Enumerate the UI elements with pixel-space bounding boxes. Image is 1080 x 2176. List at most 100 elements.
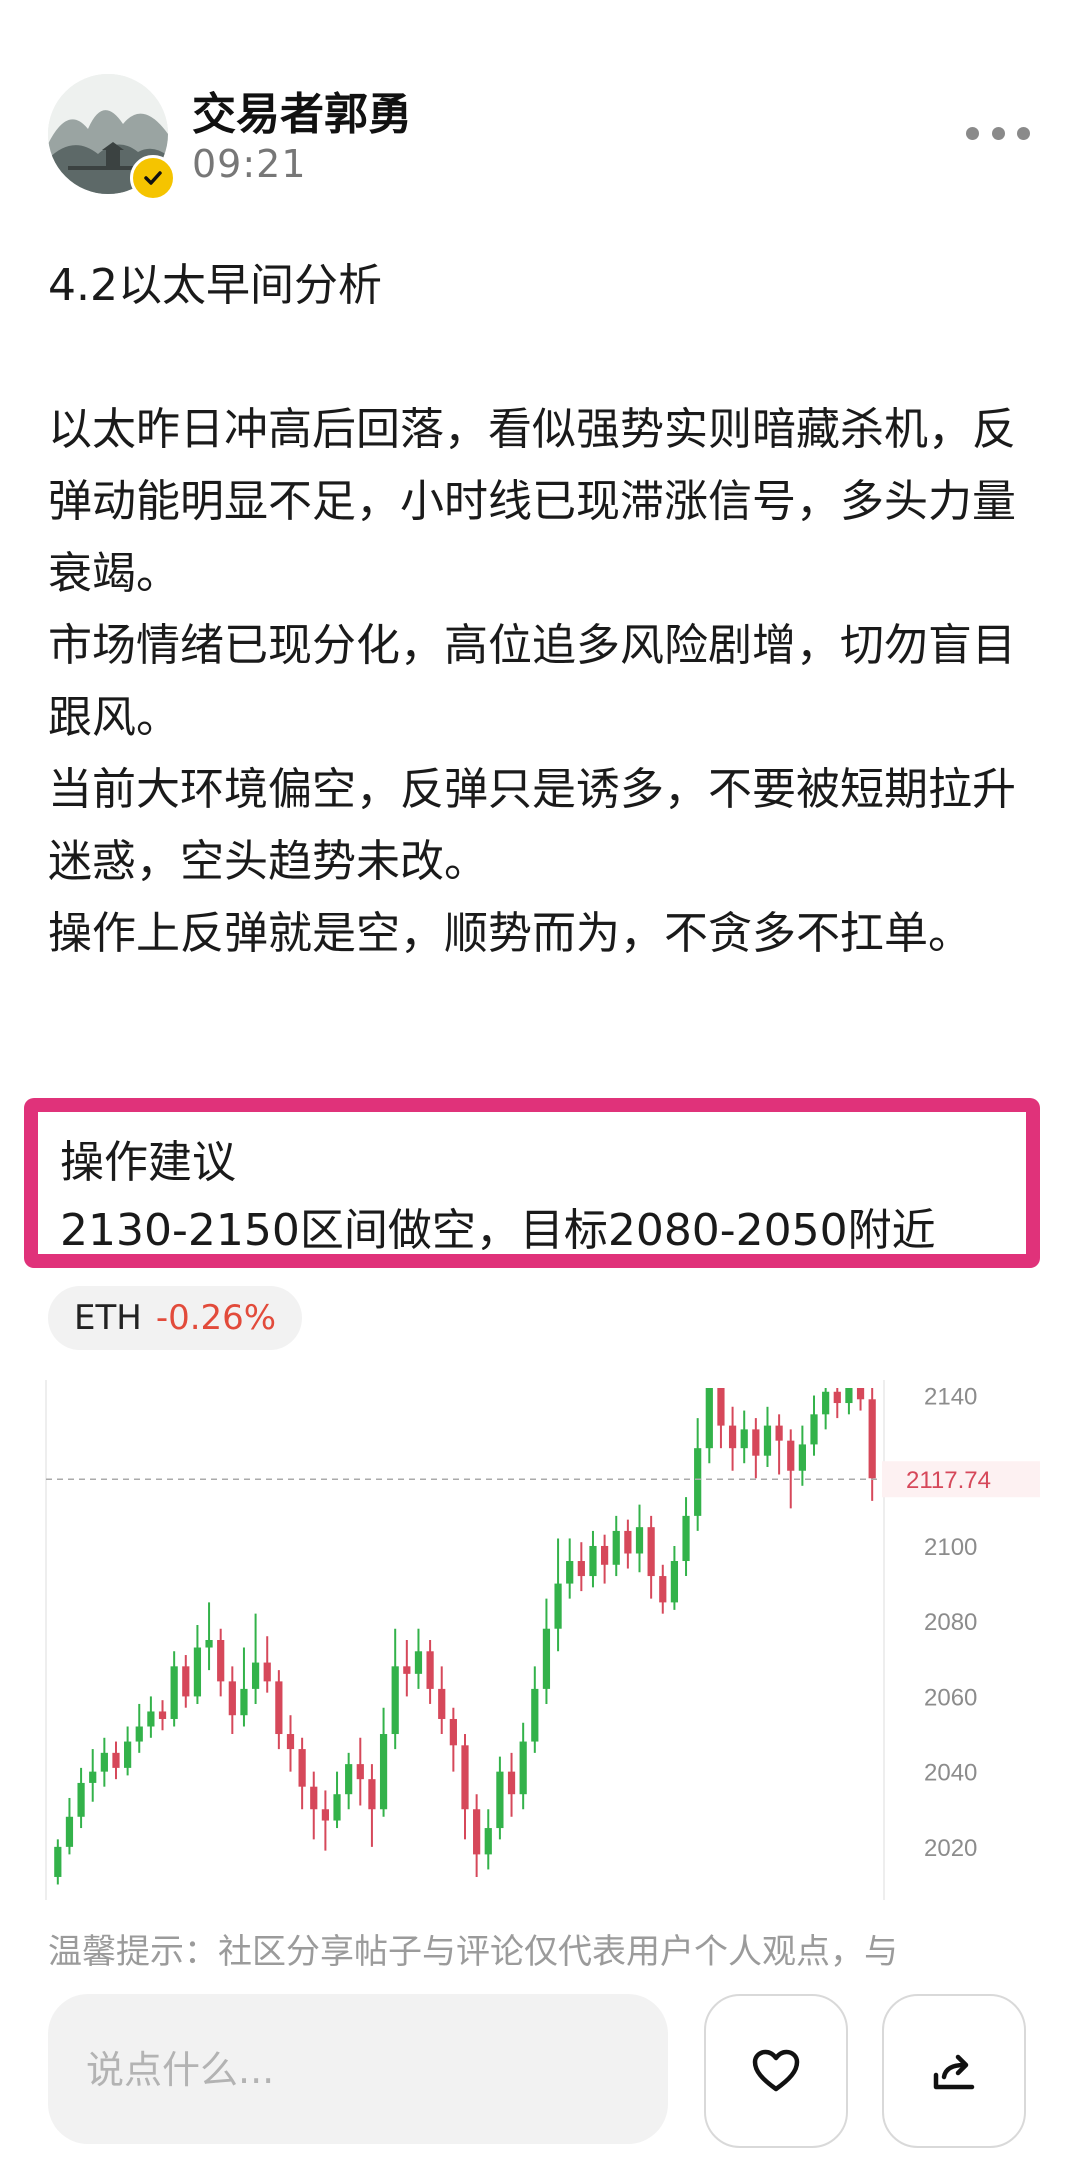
candle-body bbox=[438, 1688, 446, 1719]
candle-body bbox=[705, 1388, 713, 1449]
advice-detail: 2130-2150区间做空，目标2080-2050附近 bbox=[60, 1205, 936, 1256]
verified-check-icon bbox=[130, 155, 176, 201]
candle-body bbox=[473, 1809, 481, 1855]
candle-body bbox=[193, 1647, 202, 1697]
disclaimer-text: 温馨提示：社区分享帖子与评论仅代表用户个人观点，与 bbox=[48, 1932, 898, 1972]
more-dots-icon[interactable] bbox=[966, 118, 1030, 148]
candle-body bbox=[310, 1786, 318, 1810]
candle-body bbox=[728, 1425, 737, 1449]
candle-body bbox=[89, 1771, 97, 1783]
candle-body bbox=[356, 1764, 364, 1780]
candle-body bbox=[426, 1651, 434, 1689]
share-button[interactable] bbox=[882, 1994, 1026, 2148]
candle-body bbox=[682, 1515, 690, 1562]
y-axis-tick-label: 2080 bbox=[924, 1609, 977, 1636]
post-body: 4.2以太早间分析 以太昨日冲高后回落，看似强势实则暗藏杀机，反弹动能明显不足，… bbox=[48, 250, 1038, 970]
comment-input-box[interactable] bbox=[48, 1994, 668, 2146]
candle-body bbox=[717, 1388, 725, 1426]
candle-body bbox=[694, 1448, 702, 1516]
candle-body bbox=[635, 1527, 644, 1554]
candle-body bbox=[542, 1628, 551, 1689]
candle-body bbox=[740, 1429, 748, 1449]
candle-body bbox=[124, 1741, 132, 1768]
candle-body bbox=[612, 1530, 620, 1565]
candle-body bbox=[600, 1545, 609, 1565]
candle-body bbox=[345, 1764, 353, 1795]
candle-body bbox=[531, 1688, 539, 1742]
comment-input[interactable] bbox=[84, 1994, 628, 2146]
ticker-chip[interactable]: ETH -0.26% bbox=[48, 1286, 303, 1350]
candle-body bbox=[787, 1440, 795, 1471]
candle-body bbox=[868, 1399, 876, 1479]
candle-body bbox=[845, 1388, 853, 1404]
candle-body bbox=[205, 1640, 213, 1648]
candle-body bbox=[251, 1662, 260, 1689]
candle-body bbox=[379, 1734, 388, 1810]
candle-body bbox=[240, 1688, 248, 1716]
y-axis-tick-label: 2040 bbox=[924, 1760, 977, 1787]
post-time: 09:21 bbox=[192, 142, 307, 186]
candle-body bbox=[670, 1561, 679, 1603]
candle-body bbox=[147, 1711, 155, 1727]
candle-body bbox=[763, 1425, 772, 1456]
ticker-change: -0.26% bbox=[155, 1298, 277, 1338]
candle-body bbox=[810, 1414, 818, 1445]
candle-body bbox=[77, 1782, 85, 1817]
post-header: 交易者郭勇 09:21 bbox=[0, 0, 1080, 230]
price-chart[interactable]: 2140 2100 2080 2060 2040 2020 2117.74 bbox=[40, 1380, 1040, 1900]
candle-body bbox=[775, 1425, 783, 1441]
candle-body bbox=[507, 1771, 516, 1795]
candle-body bbox=[414, 1651, 423, 1674]
candle-body bbox=[484, 1828, 492, 1855]
post-paragraph: 操作上反弹就是空，顺势而为，不贪多不扛单。 bbox=[48, 908, 972, 959]
post-paragraph: 市场情绪已现分化，高位追多风险剧增，切勿盲目跟风。 bbox=[48, 620, 1016, 743]
candle-body bbox=[659, 1576, 667, 1603]
y-axis-tick-label: 2140 bbox=[924, 1384, 977, 1411]
current-price-label: 2117.74 bbox=[906, 1467, 991, 1494]
candle-body bbox=[647, 1527, 655, 1577]
candle-body bbox=[554, 1583, 562, 1629]
candle-body bbox=[577, 1561, 585, 1577]
candle-body bbox=[333, 1794, 341, 1821]
candle-body bbox=[54, 1846, 62, 1877]
candle-body bbox=[135, 1726, 143, 1742]
candle-body bbox=[298, 1749, 306, 1787]
candle-body bbox=[182, 1666, 190, 1697]
ticker-symbol: ETH bbox=[74, 1298, 142, 1338]
candle-body bbox=[589, 1545, 597, 1577]
heart-icon bbox=[752, 2049, 800, 2092]
candle-body bbox=[461, 1745, 469, 1810]
share-icon bbox=[933, 2054, 975, 2090]
author-name[interactable]: 交易者郭勇 bbox=[192, 78, 412, 142]
candle-body bbox=[286, 1734, 295, 1750]
candle-body bbox=[275, 1681, 283, 1735]
candle-body bbox=[566, 1561, 574, 1584]
candle-body bbox=[263, 1662, 271, 1682]
candle-body bbox=[112, 1752, 120, 1768]
candle-body bbox=[368, 1779, 376, 1810]
y-axis-tick-label: 2060 bbox=[924, 1684, 977, 1711]
post-title: 4.2以太早间分析 bbox=[48, 260, 382, 311]
candle-body bbox=[100, 1752, 108, 1772]
candle-body bbox=[856, 1388, 865, 1400]
candle-body bbox=[170, 1666, 178, 1719]
candle-body bbox=[403, 1666, 411, 1674]
candle-body bbox=[496, 1771, 504, 1829]
candlestick-chart: 2140 2100 2080 2060 2040 2020 2117.74 bbox=[45, 1380, 1040, 1900]
y-axis-tick-label: 2020 bbox=[924, 1835, 977, 1862]
candle-body bbox=[798, 1444, 806, 1471]
candle-body bbox=[158, 1711, 167, 1719]
candle-body bbox=[449, 1718, 457, 1746]
candle-body bbox=[822, 1391, 830, 1415]
like-button[interactable] bbox=[704, 1994, 848, 2148]
y-axis-tick-label: 2100 bbox=[924, 1534, 977, 1561]
candle-body bbox=[519, 1741, 527, 1795]
candle-body bbox=[217, 1640, 225, 1682]
candle-body bbox=[752, 1429, 760, 1456]
advice-heading: 操作建议 bbox=[60, 1137, 236, 1188]
candle-body bbox=[391, 1666, 399, 1735]
candle-body bbox=[833, 1391, 841, 1404]
post-paragraph: 以太昨日冲高后回落，看似强势实则暗藏杀机，反弹动能明显不足，小时线已现滞涨信号，… bbox=[48, 404, 1016, 599]
trade-advice-box: 操作建议 2130-2150区间做空，目标2080-2050附近 bbox=[24, 1098, 1040, 1268]
candle-body bbox=[321, 1809, 330, 1821]
